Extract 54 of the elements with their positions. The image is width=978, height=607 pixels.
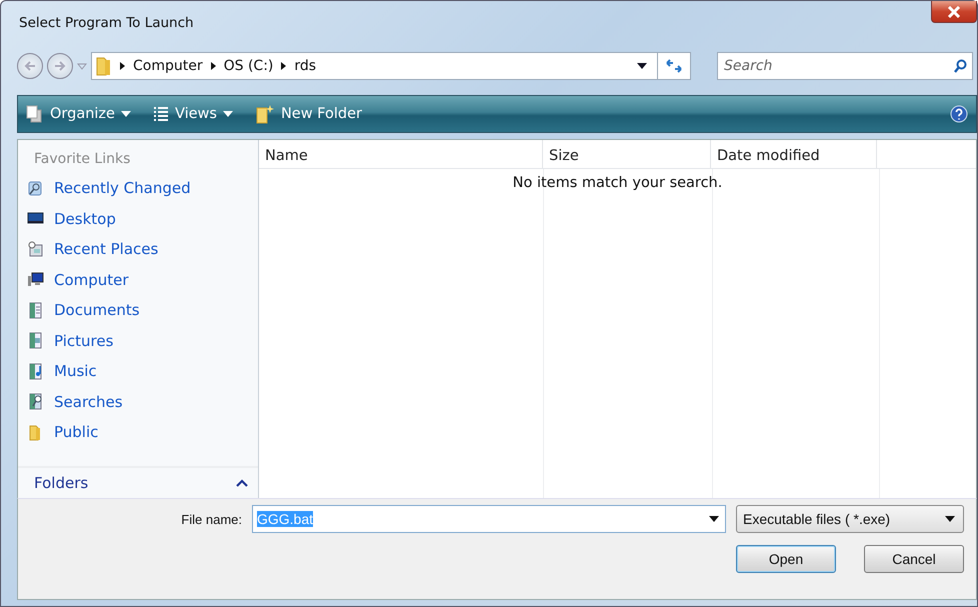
- dropdown-arrow-icon[interactable]: [945, 516, 955, 522]
- favorite-link[interactable]: Music: [18, 356, 258, 386]
- window-title: Select Program To Launch: [19, 15, 194, 31]
- breadcrumb-item[interactable]: Computer: [133, 58, 203, 74]
- dialog-button[interactable]: Cancel: [864, 545, 964, 573]
- breadcrumb-arrow-icon[interactable]: [210, 62, 216, 70]
- documents-icon: [27, 302, 44, 319]
- magnifier-folder-icon: [27, 180, 44, 197]
- new-folder-icon: [254, 104, 275, 124]
- breadcrumb-item[interactable]: rds: [294, 58, 316, 74]
- field-value: GGG.bat: [257, 511, 314, 527]
- refresh-button[interactable]: [657, 52, 691, 80]
- dropdown-arrow-icon[interactable]: [120, 111, 131, 117]
- list-view-icon: [152, 106, 169, 122]
- breadcrumb-arrow-icon[interactable]: [281, 62, 286, 70]
- empty-message: No items match your search.: [512, 175, 724, 191]
- dropdown-arrow-icon[interactable]: [637, 63, 647, 69]
- toolbar-button[interactable]: New Folder: [250, 102, 366, 126]
- computer-icon: [27, 271, 44, 288]
- back-arrow-icon: [23, 60, 37, 72]
- refresh-icon: [665, 58, 683, 74]
- dropdown-arrow-icon[interactable]: [709, 516, 719, 522]
- forward-arrow-icon: [53, 60, 67, 72]
- close-button[interactable]: [931, 1, 977, 23]
- favorite-link[interactable]: Desktop: [18, 204, 258, 234]
- clock-folder-icon: [27, 240, 44, 258]
- favorite-link[interactable]: Searches: [18, 386, 258, 417]
- toolbar-button[interactable]: Views: [148, 104, 237, 124]
- breadcrumb-arrow-icon[interactable]: [120, 62, 125, 70]
- help-icon[interactable]: [950, 105, 968, 123]
- favorite-link[interactable]: Documents: [18, 295, 258, 326]
- pages-icon: [26, 105, 44, 123]
- dialog-button[interactable]: Open: [736, 545, 836, 573]
- dropdown-arrow-icon[interactable]: [222, 111, 233, 117]
- field-label: File name:: [181, 512, 242, 526]
- toolbar-button[interactable]: Organize: [22, 103, 135, 125]
- music-icon: [27, 362, 44, 380]
- favorite-link[interactable]: Computer: [18, 264, 258, 295]
- file-type-dropdown[interactable]: Executable files ( *.exe): [736, 505, 964, 533]
- pictures-icon: [27, 332, 44, 350]
- forward-button[interactable]: [47, 53, 73, 79]
- back-button[interactable]: [17, 53, 43, 79]
- address-bar[interactable]: Computer OS (C:) rds: [91, 52, 658, 80]
- breadcrumb-item[interactable]: OS (C:): [224, 58, 274, 74]
- close-icon: [947, 6, 961, 18]
- search-icon[interactable]: [953, 59, 967, 73]
- magnifier-icon: [27, 393, 44, 410]
- favorite-link[interactable]: Recently Changed: [18, 173, 258, 204]
- favorite-link[interactable]: Recent Places: [18, 234, 258, 264]
- favorite-link[interactable]: Public: [18, 417, 258, 448]
- folder-icon: [96, 56, 112, 76]
- favorite-link[interactable]: Pictures: [18, 326, 258, 356]
- section-heading: Favorite Links: [33, 150, 132, 169]
- search-field[interactable]: Search: [717, 52, 973, 80]
